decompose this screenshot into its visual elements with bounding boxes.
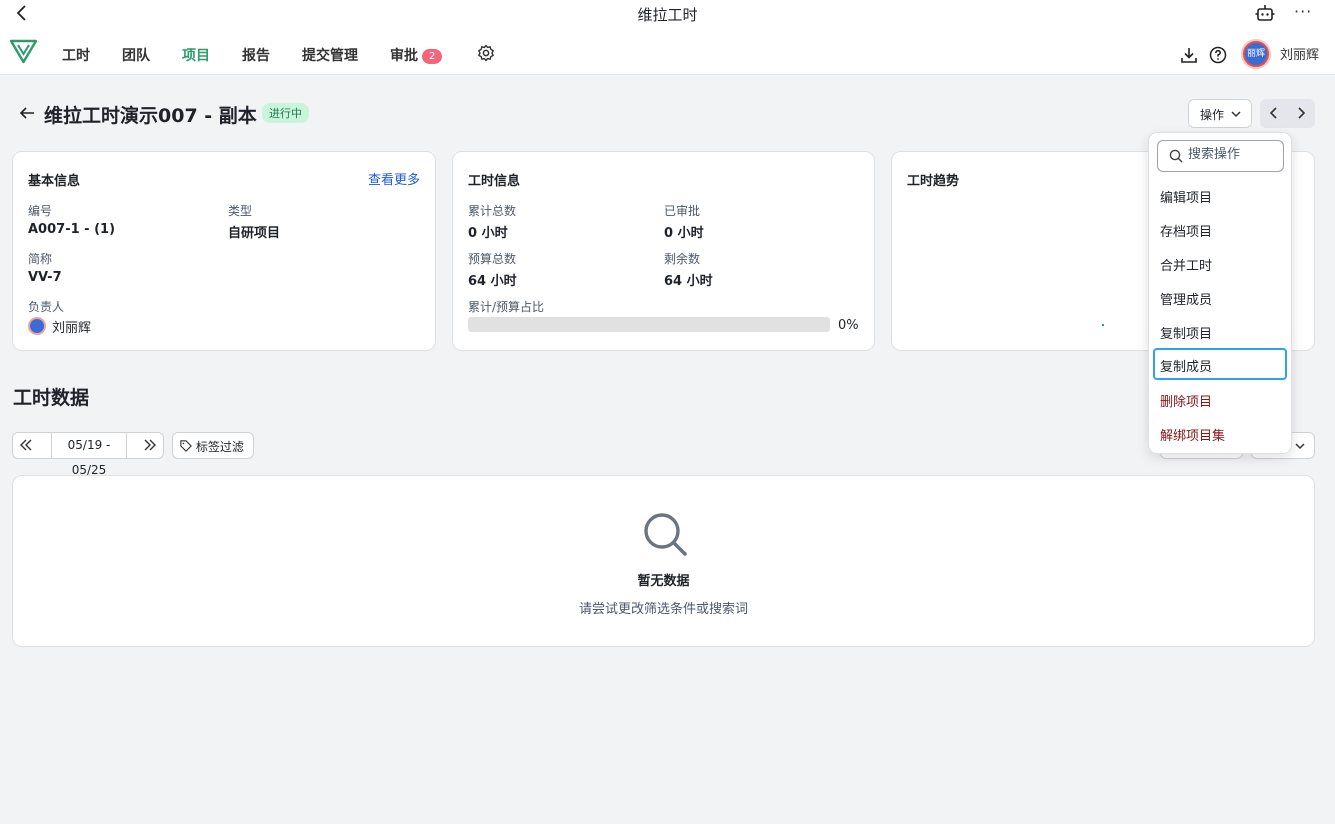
menu-item-archive-project[interactable]: 存档项目 — [1153, 213, 1287, 245]
more-icon[interactable]: ··· — [1294, 2, 1312, 21]
operations-search — [1157, 140, 1284, 172]
menu-item-merge-hours[interactable]: 合并工时 — [1153, 247, 1287, 279]
tag-filter-label: 标签过滤 — [195, 440, 244, 454]
operations-dropdown: 编辑项目 存档项目 合并工时 管理成员 复制项目 复制成员 删除项目 解绑项目集 — [1148, 132, 1292, 454]
hours-data-title: 工时数据 — [13, 387, 90, 409]
nav-item-reports[interactable]: 报告 — [242, 45, 270, 65]
nav-item-projects[interactable]: 项目 — [182, 45, 210, 65]
owner-avatar — [28, 317, 46, 335]
operations-label: 操作 — [1200, 108, 1225, 122]
id-label: 编号 — [28, 204, 53, 218]
prev-project-button[interactable] — [1267, 106, 1281, 120]
top-nav: 工时 团队 项目 报告 提交管理 审批 2 丽辉 刘丽辉 — [0, 28, 1335, 75]
remaining-hours-value: 64 小时 — [664, 274, 713, 289]
chevron-left-icon — [1269, 107, 1277, 119]
project-pager — [1260, 99, 1315, 128]
menu-item-copy-members[interactable]: 复制成员 — [1153, 348, 1287, 380]
approved-hours-label: 已审批 — [664, 204, 701, 218]
page-title: 维拉工时演示007 - 副本 — [44, 105, 257, 127]
budget-hours-label: 预算总数 — [468, 252, 517, 266]
title-bar: 维拉工时 ··· — [0, 0, 1335, 28]
menu-item-delete-project[interactable]: 删除项目 — [1153, 383, 1287, 415]
menu-item-manage-members[interactable]: 管理成员 — [1153, 281, 1287, 313]
robot-icon[interactable] — [1255, 4, 1275, 22]
approvals-count-badge: 2 — [422, 49, 443, 64]
view-more-link[interactable]: 查看更多 — [368, 169, 420, 188]
gear-icon[interactable] — [477, 44, 495, 62]
empty-title: 暂无数据 — [637, 574, 690, 589]
id-value: A007-1 - (1) — [28, 222, 116, 237]
chevron-down-icon — [1231, 111, 1241, 118]
menu-item-edit-project[interactable]: 编辑项目 — [1153, 179, 1287, 211]
nav-item-approvals-label: 审批 — [390, 48, 418, 64]
basic-info-title: 基本信息 — [28, 174, 81, 189]
empty-state: 暂无数据 请尝试更改筛选条件或搜索词 — [12, 475, 1315, 647]
double-chevron-left-icon — [20, 439, 32, 451]
owner-name: 刘丽辉 — [52, 321, 92, 336]
prev-week-button[interactable] — [19, 438, 33, 463]
date-range-text[interactable]: 05/19 - 05/25 — [51, 433, 127, 477]
next-week-button[interactable] — [143, 438, 157, 463]
short-name-value: VV-7 — [28, 270, 62, 285]
nav-item-submissions[interactable]: 提交管理 — [302, 45, 358, 65]
date-range-picker: 05/19 - 05/25 — [12, 432, 164, 477]
double-chevron-right-icon — [144, 439, 156, 451]
user-name[interactable]: 刘丽辉 — [1280, 44, 1319, 63]
operations-button[interactable]: 操作 — [1188, 99, 1252, 128]
help-icon[interactable] — [1209, 46, 1227, 64]
empty-subtitle: 请尝试更改筛选条件或搜索词 — [578, 602, 748, 617]
next-project-button[interactable] — [1294, 106, 1308, 120]
ratio-value: 0% — [838, 318, 859, 333]
menu-item-unbind-project-set[interactable]: 解绑项目集 — [1153, 417, 1287, 449]
type-value: 自研项目 — [228, 226, 281, 241]
nav-item-hours[interactable]: 工时 — [62, 45, 90, 65]
ratio-progress-bar — [468, 317, 830, 332]
tag-filter-button[interactable]: 标签过滤 — [172, 432, 254, 459]
remaining-hours-label: 剩余数 — [664, 252, 701, 266]
nav-item-approvals[interactable]: 审批 2 — [390, 45, 443, 65]
tag-icon — [180, 440, 192, 452]
hours-trend-title: 工时趋势 — [907, 174, 960, 189]
arrow-left-icon[interactable] — [18, 104, 36, 122]
hours-info-title: 工时信息 — [468, 174, 521, 189]
status-badge: 进行中 — [262, 103, 309, 123]
budget-hours-value: 64 小时 — [468, 274, 517, 289]
hours-info-card: 工时信息 累计总数 0 小时 已审批 0 小时 预算总数 64 小时 剩余数 6… — [452, 151, 875, 351]
short-name-label: 简称 — [28, 252, 53, 266]
nav-item-team[interactable]: 团队 — [122, 45, 150, 65]
total-hours-label: 累计总数 — [468, 204, 517, 218]
chevron-down-icon — [1295, 443, 1305, 450]
trend-point — [1102, 324, 1104, 326]
approved-hours-value: 0 小时 — [664, 226, 704, 241]
search-icon — [1169, 149, 1183, 163]
search-icon — [644, 513, 687, 556]
window-title: 维拉工时 — [637, 6, 698, 24]
logo-icon[interactable] — [10, 39, 37, 64]
basic-info-card: 基本信息 查看更多 编号 A007-1 - (1) 类型 自研项目 简称 VV-… — [12, 151, 436, 351]
total-hours-value: 0 小时 — [468, 226, 508, 241]
type-label: 类型 — [228, 204, 253, 218]
download-icon[interactable] — [1180, 46, 1198, 64]
menu-item-copy-project[interactable]: 复制项目 — [1153, 315, 1287, 347]
avatar[interactable]: 丽辉 — [1241, 39, 1271, 69]
ratio-label: 累计/预算占比 — [468, 300, 545, 314]
avatar-text: 丽辉 — [1245, 43, 1267, 65]
operations-search-input[interactable] — [1188, 147, 1280, 162]
chevron-right-icon — [1298, 107, 1306, 119]
owner-label: 负责人 — [28, 300, 65, 314]
